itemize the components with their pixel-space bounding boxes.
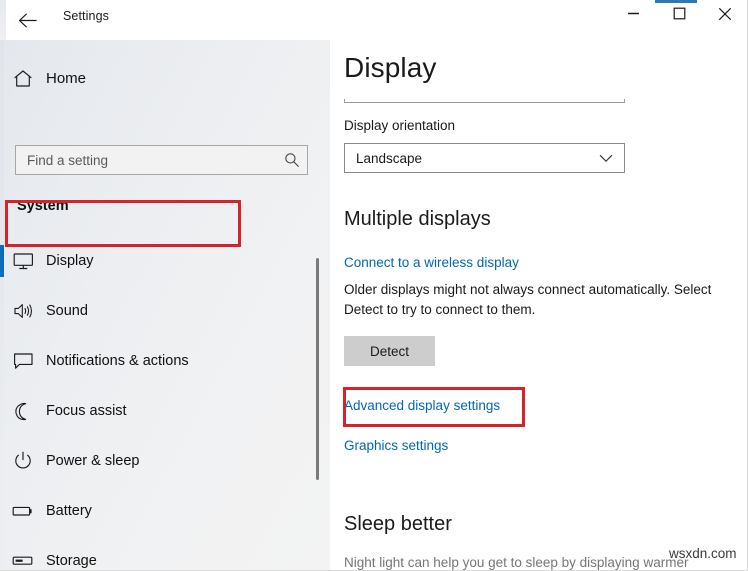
sidebar-scrollbar-thumb[interactable] [316,258,319,480]
moon-icon [0,402,46,421]
sidebar: Home System Display [0,40,330,570]
power-icon [0,451,46,471]
detect-button[interactable]: Detect [344,336,435,366]
sidebar-item-label: Notifications & actions [46,353,189,369]
battery-icon [0,504,46,518]
search-box[interactable] [15,145,308,175]
display-orientation-value: Landscape [356,150,423,166]
main-content: Display Display orientation Landscape Mu… [330,40,747,570]
sidebar-item-label: Storage [46,553,97,569]
sidebar-item-display[interactable]: Display [0,236,330,286]
window-focus-accent [655,0,697,3]
display-orientation-dropdown[interactable]: Landscape [344,143,625,173]
page-title: Display [344,52,437,83]
sidebar-item-storage[interactable]: Storage [0,536,330,570]
back-button[interactable] [8,4,46,36]
maximize-icon [673,7,686,25]
sidebar-section-title: System [17,198,69,214]
display-preview-divider [344,99,625,103]
sidebar-item-label: Battery [46,503,92,519]
title-bar-left-accent [0,0,6,40]
minimize-icon [627,7,640,25]
title-bar: Settings [0,0,747,40]
sidebar-item-label: Power & sleep [46,453,140,469]
multiple-displays-heading: Multiple displays [344,208,491,230]
advanced-display-settings-link[interactable]: Advanced display settings [344,398,500,413]
speaker-icon [0,302,46,320]
monitor-icon [0,252,46,270]
search-icon[interactable] [277,152,307,168]
graphics-settings-link[interactable]: Graphics settings [344,438,448,453]
sidebar-item-notifications[interactable]: Notifications & actions [0,336,330,386]
sidebar-item-home[interactable]: Home [0,60,300,96]
maximize-button[interactable] [656,0,702,32]
sidebar-item-sound[interactable]: Sound [0,286,330,336]
close-icon [718,7,732,26]
window-title: Settings [63,9,109,23]
minimize-button[interactable] [610,0,656,32]
watermark: wsxdn.com [669,546,737,561]
connect-wireless-display-link[interactable]: Connect to a wireless display [344,255,519,270]
sleep-better-heading: Sleep better [344,513,452,535]
storage-drive-icon [0,555,46,567]
display-orientation-label: Display orientation [344,118,456,133]
window-controls [610,0,747,32]
sidebar-item-label: Focus assist [46,403,127,419]
sidebar-item-label: Sound [46,303,88,319]
search-input[interactable] [16,146,277,174]
sidebar-nav-list: Display Sound Notifications & actions Fo… [0,236,330,570]
sidebar-item-battery[interactable]: Battery [0,486,330,536]
chat-bubble-icon [0,352,46,370]
sidebar-item-power-sleep[interactable]: Power & sleep [0,436,330,486]
close-button[interactable] [702,0,747,32]
sidebar-item-focus-assist[interactable]: Focus assist [0,386,330,436]
chevron-down-icon [599,154,624,163]
settings-window: Settings Home Find a setting System Disp… [0,0,748,571]
arrow-left-icon [18,12,37,28]
sidebar-item-label: Display [46,253,94,269]
sidebar-home-label: Home [46,69,87,87]
selection-indicator [0,245,4,277]
home-icon [0,69,46,88]
older-displays-description: Older displays might not always connect … [344,282,712,317]
